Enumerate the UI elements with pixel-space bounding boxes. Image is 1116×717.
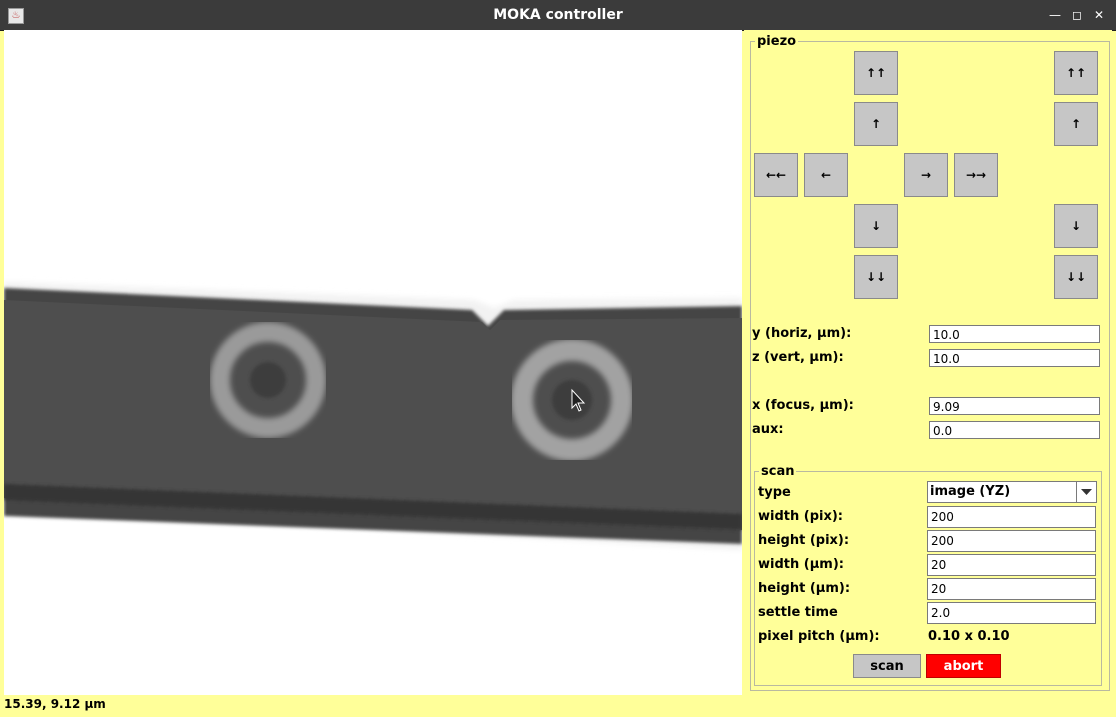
x-down-button[interactable]: ↓ bbox=[1054, 204, 1098, 248]
aux-field[interactable]: 0.0 bbox=[929, 421, 1100, 439]
y-position-label: y (horiz, µm): bbox=[752, 326, 852, 341]
width-pix-label: width (pix): bbox=[758, 509, 843, 524]
maximize-icon[interactable]: ◻ bbox=[1068, 6, 1086, 24]
settle-time-label: settle time bbox=[758, 605, 838, 620]
control-panel: piezo ↑↑ ↑ ←← ← → →→ ↓ ↓↓ ↑↑ ↑ ↓ ↓↓ y (h… bbox=[744, 30, 1112, 695]
scan-button[interactable]: scan bbox=[853, 654, 921, 678]
coordinate-readout: 15.39, 9.12 µm bbox=[4, 697, 106, 711]
z-position-field[interactable]: 10.0 bbox=[929, 349, 1100, 367]
z-down-button[interactable]: ↓ bbox=[854, 204, 898, 248]
x-up-button[interactable]: ↑ bbox=[1054, 102, 1098, 146]
main-window: ♨ MOKA controller — ◻ ✕ 15.39, 9.12 µm p… bbox=[0, 0, 1116, 717]
chevron-down-icon[interactable] bbox=[1076, 482, 1096, 502]
image-view[interactable] bbox=[4, 30, 742, 695]
settle-time-field[interactable]: 2.0 bbox=[927, 602, 1096, 624]
pixel-pitch-value: 0.10 x 0.10 bbox=[928, 629, 1010, 644]
width-um-label: width (µm): bbox=[758, 557, 844, 572]
z-down-fast-button[interactable]: ↓↓ bbox=[854, 255, 898, 299]
window-title: MOKA controller bbox=[493, 7, 623, 23]
x-down-fast-button[interactable]: ↓↓ bbox=[1054, 255, 1098, 299]
height-pix-label: height (pix): bbox=[758, 533, 850, 548]
scan-image[interactable] bbox=[4, 30, 742, 695]
y-left-fast-button[interactable]: ←← bbox=[754, 153, 798, 197]
abort-button[interactable]: abort bbox=[926, 654, 1001, 678]
y-right-fast-button[interactable]: →→ bbox=[954, 153, 998, 197]
z-up-fast-button[interactable]: ↑↑ bbox=[854, 51, 898, 95]
x-up-fast-button[interactable]: ↑↑ bbox=[1054, 51, 1098, 95]
pixel-pitch-label: pixel pitch (µm): bbox=[758, 629, 880, 644]
x-focus-label: x (focus, µm): bbox=[752, 398, 854, 413]
title-bar[interactable]: ♨ MOKA controller — ◻ ✕ bbox=[0, 0, 1116, 31]
scan-type-label: type bbox=[758, 485, 791, 500]
height-pix-field[interactable]: 200 bbox=[927, 530, 1096, 552]
height-um-label: height (µm): bbox=[758, 581, 851, 596]
y-position-field[interactable]: 10.0 bbox=[929, 325, 1100, 343]
x-focus-field[interactable]: 9.09 bbox=[929, 397, 1100, 415]
height-um-field[interactable]: 20 bbox=[927, 578, 1096, 600]
aux-label: aux: bbox=[752, 422, 784, 437]
scan-type-select[interactable]: image (YZ) bbox=[927, 481, 1097, 503]
minimize-icon[interactable]: — bbox=[1046, 6, 1064, 24]
close-icon[interactable]: ✕ bbox=[1090, 6, 1108, 24]
z-position-label: z (vert, µm): bbox=[752, 350, 844, 365]
z-up-button[interactable]: ↑ bbox=[854, 102, 898, 146]
scan-legend: scan bbox=[761, 464, 795, 479]
scan-type-value: image (YZ) bbox=[930, 484, 1011, 499]
width-um-field[interactable]: 20 bbox=[927, 554, 1096, 576]
piezo-legend: piezo bbox=[757, 34, 797, 49]
y-left-button[interactable]: ← bbox=[804, 153, 848, 197]
width-pix-field[interactable]: 200 bbox=[927, 506, 1096, 528]
y-right-button[interactable]: → bbox=[904, 153, 948, 197]
